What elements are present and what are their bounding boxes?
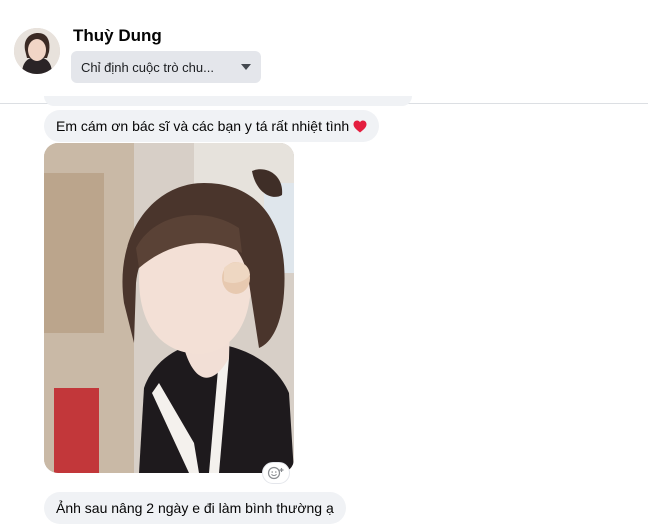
assign-conversation-dropdown[interactable]: Chỉ định cuộc trò chu... <box>71 51 261 83</box>
conversation-header: Thuỳ Dung Chỉ định cuộc trò chu... <box>0 0 648 104</box>
message-text: Ảnh sau nâng 2 ngày e đi làm bình thường… <box>56 500 334 516</box>
contact-avatar[interactable] <box>14 28 60 74</box>
message-bubble[interactable]: Em cám ơn bác sĩ và các bạn y tá rất nhi… <box>44 110 380 142</box>
add-reaction-button[interactable] <box>262 462 290 484</box>
message-thread: Em cám ơn bác sĩ và các bạn y tá rất nhi… <box>0 96 648 525</box>
avatar-image <box>14 28 60 74</box>
message-bubble[interactable]: Ảnh sau nâng 2 ngày e đi làm bình thường… <box>44 492 346 524</box>
contact-name[interactable]: Thuỳ Dung <box>73 26 162 46</box>
assign-dropdown-label: Chỉ định cuộc trò chu... <box>81 59 214 75</box>
heart-icon <box>353 120 367 133</box>
previous-message-bubble <box>44 96 412 106</box>
photo-attachment[interactable] <box>44 143 294 473</box>
message-text: Em cám ơn bác sĩ và các bạn y tá rất nhi… <box>56 118 350 134</box>
smiley-plus-icon <box>267 466 284 480</box>
chevron-down-icon <box>241 64 251 70</box>
photo-image <box>44 143 294 473</box>
